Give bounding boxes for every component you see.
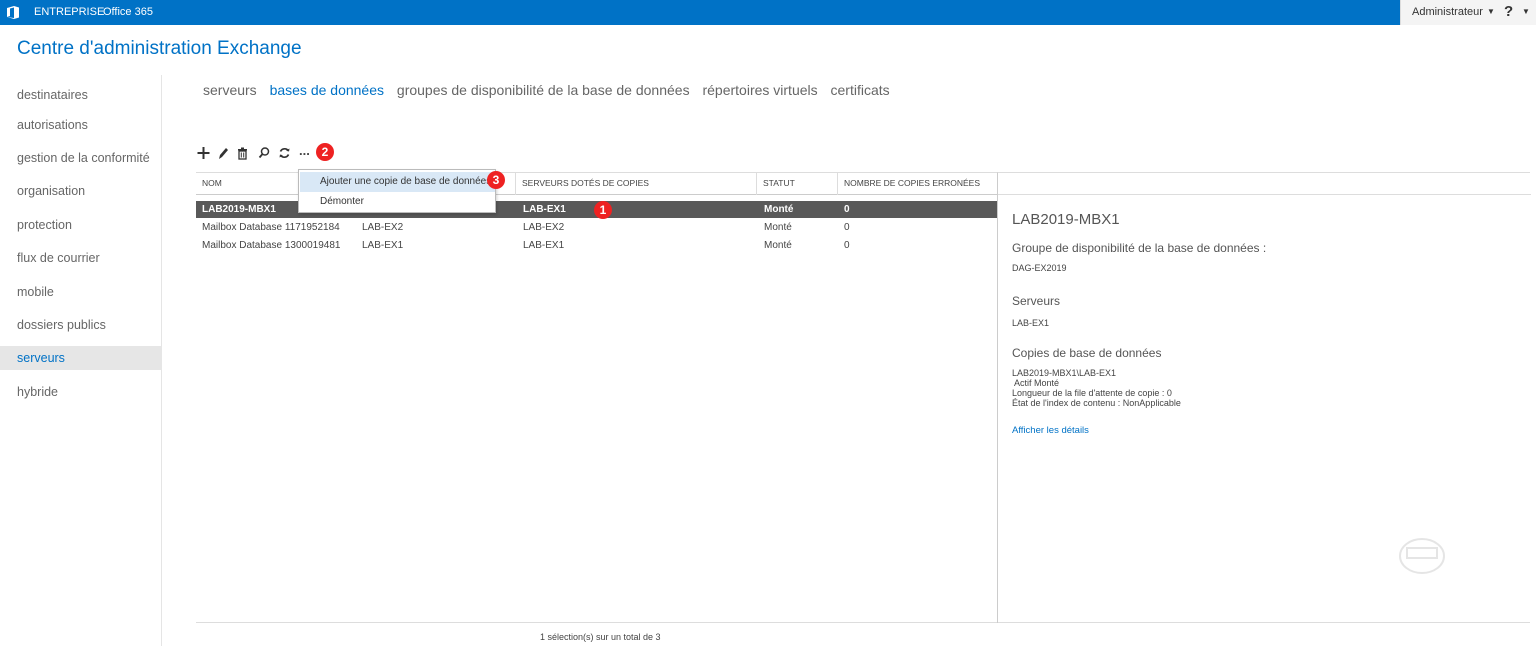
cell-copies-erronees: 0 [844,240,850,251]
annotation-badge-1: 1 [594,201,612,219]
column-copies-erronees[interactable]: NOMBRE DE COPIES ERRONÉES [838,173,998,195]
delete-icon[interactable] [237,144,248,162]
top-bar: ENTREPRISE Office 365 Administrateur ▼ ?… [0,0,1536,25]
nav-item-organisation[interactable]: organisation [0,179,162,203]
nav-item-mobile[interactable]: mobile [0,280,162,304]
dag-label: Groupe de disponibilité de la base de do… [1012,241,1267,255]
cell-copies-erronees: 0 [844,204,850,215]
watermark-logo-icon [1399,538,1445,574]
cell-statut: Monté [764,222,792,233]
user-menu-caret-icon[interactable]: ▼ [1487,7,1495,16]
refresh-icon[interactable] [278,144,291,162]
menu-item-add-database-copy[interactable]: Ajouter une copie de base de données [300,172,495,192]
tab-repertoires-virtuels[interactable]: répertoires virtuels [702,82,817,98]
table-row[interactable]: Mailbox Database 1300019481 LAB-EX1 LAB-… [196,237,998,254]
cell-serveur: LAB-EX2 [362,222,404,233]
cell-serveurs-copies: LAB-EX2 [523,222,565,233]
copy-queue: Longueur de la file d'attente de copie :… [1012,388,1172,398]
nav-item-autorisations[interactable]: autorisations [0,113,162,137]
column-statut[interactable]: STATUT [757,173,838,195]
database-grid: NOM SERVEURS DOTÉS DE COPIES STATUT NOMB… [196,172,998,623]
copy-state: Actif Monté [1014,378,1060,388]
copies-label: Copies de base de données [1012,346,1162,360]
servers-label: Serveurs [1012,294,1061,308]
selection-status: 1 sélection(s) sur un total de 3 [540,632,661,642]
servers-value: LAB-EX1 [1012,318,1050,328]
menu-item-dismount[interactable]: Démonter [300,192,495,212]
cell-copies-erronees: 0 [844,222,850,233]
tab-serveurs[interactable]: serveurs [203,82,257,98]
left-nav: destinataires autorisations gestion de l… [0,75,162,646]
detail-pane: LAB2019-MBX1 Groupe de disponibilité de … [997,172,1531,623]
cell-statut: Monté [764,204,794,215]
user-menu[interactable]: Administrateur [1412,6,1483,18]
search-icon[interactable] [258,144,270,162]
more-icon[interactable]: ... [299,142,310,160]
cell-statut: Monté [764,240,792,251]
more-actions-menu: Ajouter une copie de base de données Dém… [298,169,496,213]
office-logo-icon[interactable] [6,5,20,20]
copy-index: État de l'index de contenu : NonApplicab… [1012,398,1181,408]
cell-serveurs-copies: LAB-EX1 [523,204,566,215]
detail-title: LAB2019-MBX1 [1012,211,1120,228]
brand-label[interactable]: ENTREPRISE [34,6,104,18]
copy-name: LAB2019-MBX1\LAB-EX1 [1012,368,1117,378]
edit-icon[interactable] [217,144,229,162]
annotation-badge-2: 2 [316,143,334,161]
cell-serveur: LAB-EX1 [362,240,404,251]
user-area: Administrateur ▼ ? ▼ [1400,0,1536,25]
cell-nom: Mailbox Database 1300019481 [202,240,341,251]
help-icon[interactable]: ? [1504,3,1513,20]
column-serveurs-copies[interactable]: SERVEURS DOTÉS DE COPIES [516,173,757,195]
nav-item-protection[interactable]: protection [0,213,162,237]
nav-item-serveurs[interactable]: serveurs [0,346,162,370]
annotation-badge-3: 3 [487,171,505,189]
table-row[interactable]: Mailbox Database 1171952184 LAB-EX2 LAB-… [196,219,998,236]
tab-certificats[interactable]: certificats [831,82,890,98]
show-details-link[interactable]: Afficher les détails [1012,425,1089,436]
nav-item-conformite[interactable]: gestion de la conformité [0,146,162,170]
tab-bases-de-donnees[interactable]: bases de données [270,82,384,98]
add-icon[interactable] [197,144,210,162]
app-title: Centre d'administration Exchange [17,38,302,59]
dag-value: DAG-EX2019 [1012,263,1067,273]
nav-item-flux-courrier[interactable]: flux de courrier [0,246,162,270]
tab-bar: serveurs bases de données groupes de dis… [203,82,899,98]
cell-serveurs-copies: LAB-EX1 [523,240,565,251]
office365-link[interactable]: Office 365 [103,6,153,18]
cell-nom: Mailbox Database 1171952184 [202,222,340,233]
tab-groupes-disponibilite[interactable]: groupes de disponibilité de la base de d… [397,82,690,98]
cell-nom: LAB2019-MBX1 [202,204,276,215]
detail-header-strip [998,173,1531,195]
nav-item-dossiers-publics[interactable]: dossiers publics [0,313,162,337]
nav-item-hybride[interactable]: hybride [0,380,162,404]
nav-item-destinataires[interactable]: destinataires [0,83,162,107]
help-caret-icon[interactable]: ▼ [1522,7,1530,16]
